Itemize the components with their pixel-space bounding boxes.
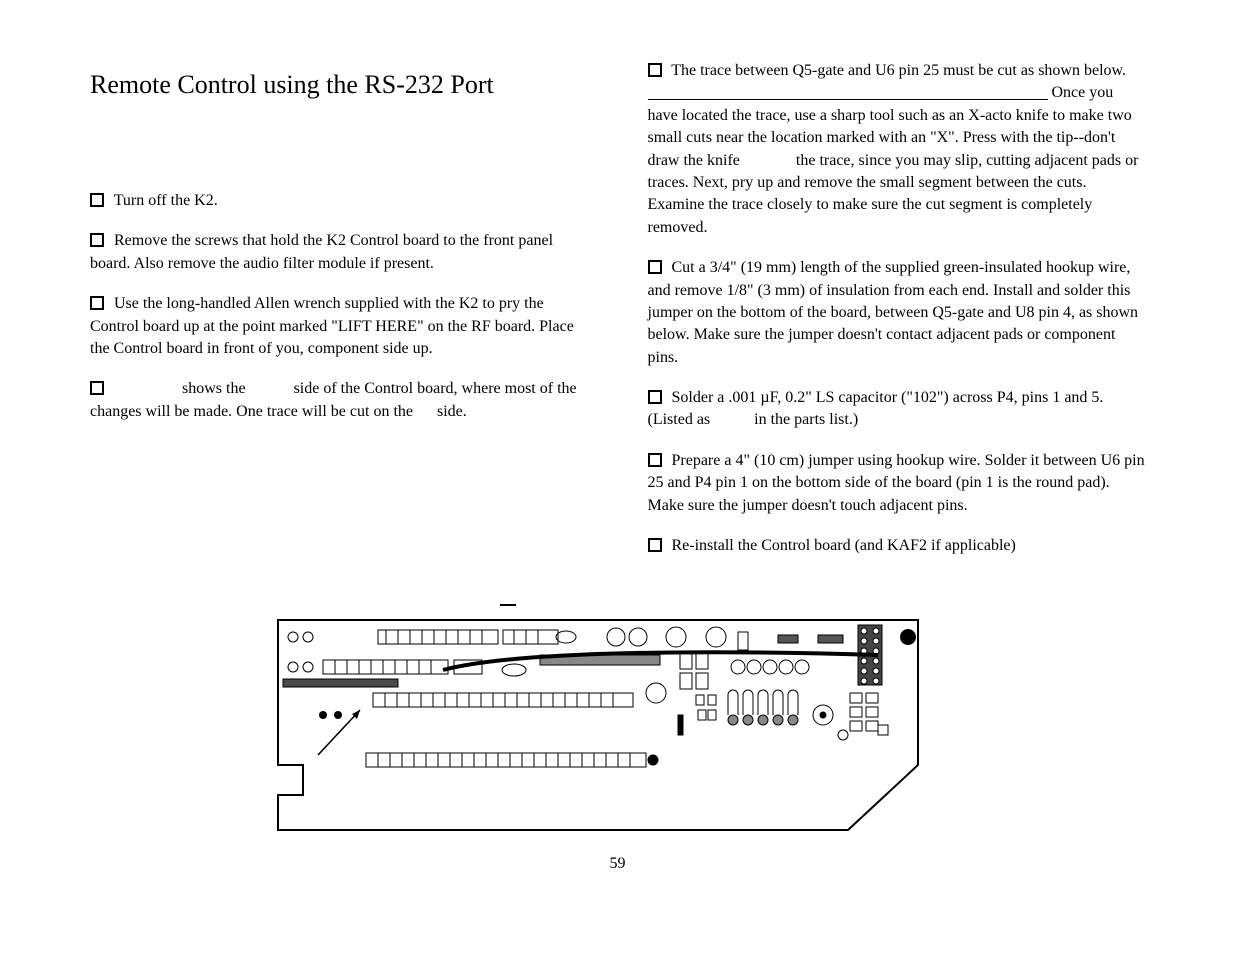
step-text: in the parts list.)	[754, 411, 858, 428]
right-step-5: Re-install the Control board (and KAF2 i…	[648, 535, 1146, 557]
step-text: shows the	[182, 380, 246, 397]
checkbox-icon[interactable]	[90, 233, 104, 247]
pad-dot	[334, 711, 342, 719]
step-text: Cut a 3/4" (19 mm) length of the supplie…	[648, 259, 1139, 366]
checkbox-icon[interactable]	[648, 538, 662, 552]
page-number: 59	[90, 855, 1145, 873]
step-text: side.	[437, 403, 467, 420]
checkbox-icon[interactable]	[90, 193, 104, 207]
chip-body	[283, 679, 398, 687]
pad-row-1	[378, 630, 558, 644]
step-text: Remove the screws that hold the K2 Contr…	[90, 232, 553, 271]
left-step-2: Remove the screws that hold the K2 Contr…	[90, 230, 588, 275]
step-text: side of the Control board, where most of…	[90, 380, 577, 419]
step-text: Re-install the Control board (and KAF2 i…	[672, 537, 1016, 554]
page-title: Remote Control using the RS-232 Port	[90, 70, 588, 100]
left-column: Remote Control using the RS-232 Port Tur…	[90, 60, 588, 575]
pad-row-3	[373, 693, 633, 707]
pad-row-4	[366, 753, 658, 767]
page-root: Remote Control using the RS-232 Port Tur…	[0, 0, 1235, 913]
checkbox-icon[interactable]	[648, 63, 662, 77]
pad-dot	[319, 711, 327, 719]
checkbox-icon[interactable]	[648, 453, 662, 467]
pad-dot-large	[900, 629, 916, 645]
step-text: The trace between Q5-gate and U6 pin 25 …	[671, 62, 1126, 79]
right-step-1: The trace between Q5-gate and U6 pin 25 …	[648, 60, 1146, 239]
checkbox-icon[interactable]	[648, 390, 662, 404]
figure-container	[90, 595, 1145, 835]
underline-fill	[648, 99, 1048, 100]
checkbox-icon[interactable]	[648, 260, 662, 274]
control-board-figure	[218, 595, 1018, 835]
right-step-3: Solder a .001 µF, 0.2" LS capacitor ("10…	[648, 387, 1146, 432]
checkbox-icon[interactable]	[90, 381, 104, 395]
step-text: Use the long-handled Allen wrench suppli…	[90, 295, 574, 357]
left-step-1: Turn off the K2.	[90, 190, 588, 212]
left-step-3: Use the long-handled Allen wrench suppli…	[90, 293, 588, 360]
step-text: Solder a .001 µF, 0.2" LS capacitor ("10…	[648, 389, 1104, 428]
right-column: The trace between Q5-gate and U6 pin 25 …	[648, 60, 1146, 575]
left-step-4: shows the side of the Control board, whe…	[90, 378, 588, 423]
checkbox-icon[interactable]	[90, 296, 104, 310]
step-text: Prepare a 4" (10 cm) jumper using hookup…	[648, 452, 1145, 514]
two-column-layout: Remote Control using the RS-232 Port Tur…	[90, 60, 1145, 575]
right-step-2: Cut a 3/4" (19 mm) length of the supplie…	[648, 257, 1146, 369]
right-step-4: Prepare a 4" (10 cm) jumper using hookup…	[648, 450, 1146, 517]
step-text: Turn off the K2.	[114, 192, 218, 209]
